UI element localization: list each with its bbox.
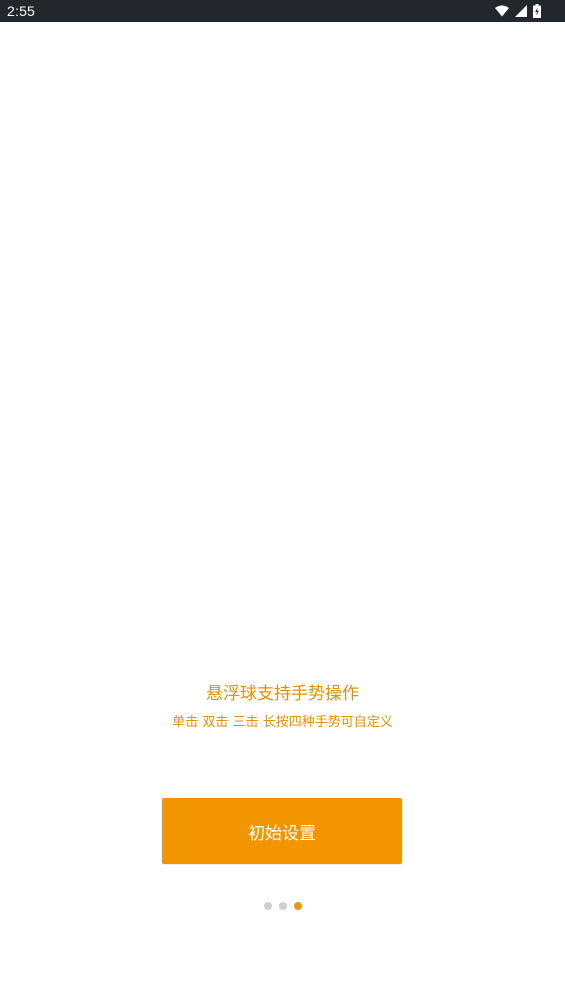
status-icons — [495, 3, 541, 19]
initial-setup-button[interactable]: 初始设置 — [162, 798, 402, 864]
status-time: 2:55 — [7, 3, 36, 19]
wifi-icon — [495, 5, 509, 17]
page-dot — [278, 902, 287, 910]
status-bar: 2:55 — [0, 0, 565, 22]
page-indicator — [0, 902, 565, 910]
page-dot — [263, 902, 272, 910]
onboarding-title: 悬浮球支持手势操作 — [206, 684, 359, 704]
page-dot-active — [293, 902, 302, 910]
onboarding-content: 悬浮球支持手势操作 单击 双击 三击 长按四种手势可自定义 初始设置 — [0, 22, 565, 1004]
signal-icon — [515, 5, 527, 17]
battery-charging-icon — [533, 4, 541, 18]
onboarding-screen: 2:55 悬浮球支持手势操作 单击 双击 三击 长按四种手势可自定义 初始设置 — [0, 0, 565, 1004]
onboarding-subtitle: 单击 双击 三击 长按四种手势可自定义 — [172, 715, 393, 730]
